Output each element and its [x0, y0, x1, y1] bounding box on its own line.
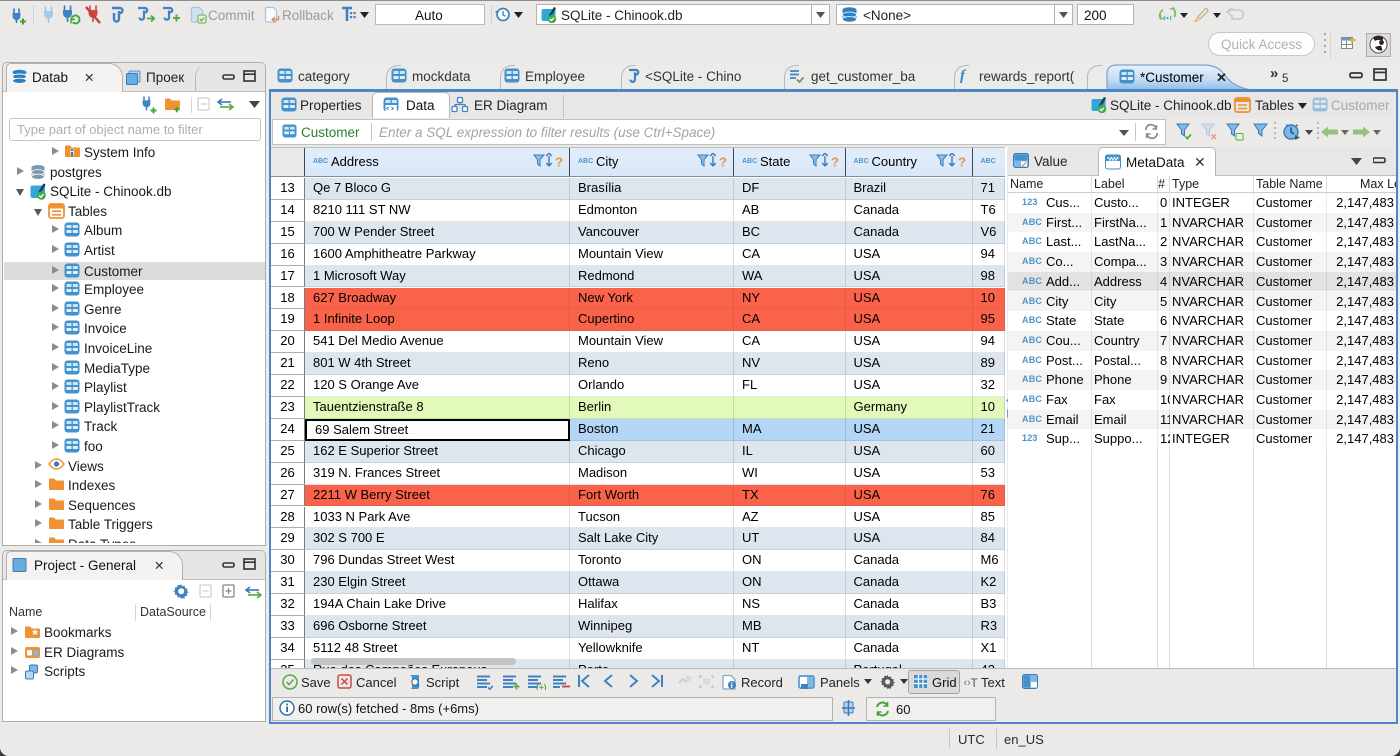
svg-text:?: ?: [719, 155, 727, 170]
svg-text:?: ?: [831, 155, 839, 170]
svg-text:f: f: [960, 68, 967, 84]
svg-text:?: ?: [555, 155, 563, 170]
svg-text:?: ?: [958, 155, 966, 170]
svg-text:(+): (+): [536, 682, 546, 690]
svg-text:i: i: [731, 681, 733, 690]
svg-text:T: T: [971, 676, 979, 689]
